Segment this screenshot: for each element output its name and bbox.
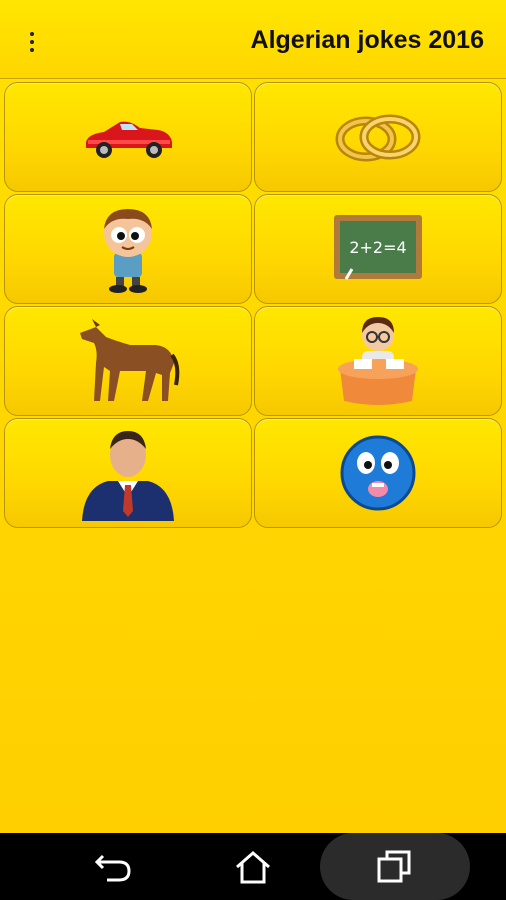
home-icon [236,850,270,883]
teacher-at-desk-icon [338,317,418,405]
tile-chalkboard[interactable]: 2+2=4 [254,194,502,304]
action-bar: Algerian jokes 2016 [0,0,506,79]
horse-icon [80,319,180,401]
app-screen: Algerian jokes 2016 2+2=4 [0,0,506,833]
chalkboard-math-icon: 2+2=4 [334,215,422,280]
tile-teacher[interactable] [254,306,502,416]
recents-icon [377,850,411,883]
red-car-icon [86,121,172,158]
chalkboard-equation: 2+2=4 [349,238,406,257]
app-title: Algerian jokes 2016 [250,26,484,54]
system-navigation-bar [0,833,506,900]
boy-icon [104,209,152,293]
recents-button[interactable] [320,833,470,900]
blue-smiley-icon [340,435,416,511]
back-button[interactable] [63,833,163,900]
tile-boy[interactable] [4,194,252,304]
tile-smiley[interactable] [254,418,502,528]
wedding-rings-icon [335,114,421,162]
overflow-menu-icon[interactable] [22,30,42,54]
tile-horse[interactable] [4,306,252,416]
home-button[interactable] [203,833,303,900]
tile-rings[interactable] [254,82,502,192]
tile-businessman[interactable] [4,418,252,528]
back-icon [94,854,131,881]
businessman-icon [82,431,174,521]
tile-car[interactable] [4,82,252,192]
